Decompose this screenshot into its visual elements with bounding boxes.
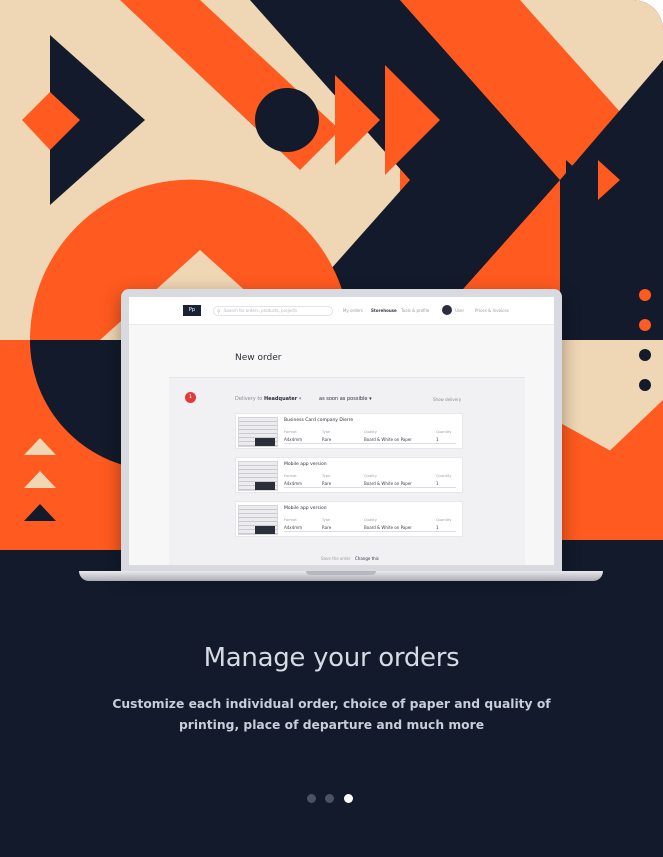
item-quality: Board & White on Paper: [364, 437, 412, 442]
item-quantity: 1: [436, 525, 439, 530]
app-nav-tools: Tools & profile: [401, 308, 430, 313]
page-dot-3-active[interactable]: [344, 794, 353, 803]
item-field-label: Format: [284, 518, 297, 522]
item-name: Business Card company Dierre: [284, 418, 354, 423]
item-type: Rare: [322, 481, 332, 486]
item-format: A4x4mm: [284, 437, 302, 442]
item-field-label: Format: [284, 430, 297, 434]
item-format: A4x4mm: [284, 481, 302, 486]
app-logo: Pp: [183, 305, 201, 316]
onboarding-description: Customize each individual order, choice …: [112, 697, 551, 732]
laptop-notch: [306, 571, 376, 575]
step-badge: 1: [185, 392, 196, 403]
item-field-label: Quality: [364, 430, 377, 434]
item-thumbnail: [238, 505, 278, 535]
page-title: New order: [235, 353, 282, 363]
delivery-label: Delivery to: [235, 396, 263, 402]
delivery-time: as soon as possible ▾: [319, 396, 372, 402]
page-indicator: [307, 794, 357, 804]
navy-dot-1: [639, 349, 651, 361]
app-search-placeholder: Search for orders, products, projects: [224, 308, 298, 313]
item-name: Mobile app version: [284, 462, 327, 467]
onboarding-card: Pp ⚲ Search for orders, products, projec…: [0, 0, 663, 857]
item-field-label: Quantity: [436, 430, 452, 434]
item-format: A4x4mm: [284, 525, 302, 530]
order-item: Business Card company Dierre Format Type…: [235, 413, 463, 449]
app-topbar: Pp ⚲ Search for orders, products, projec…: [129, 297, 554, 325]
item-quantity: 1: [436, 481, 439, 486]
laptop-screen: Pp ⚲ Search for orders, products, projec…: [121, 289, 562, 572]
order-item: Mobile app version Format Type Quality Q…: [235, 457, 463, 493]
item-thumbnail: [238, 417, 278, 447]
orange-dot-2: [639, 319, 651, 331]
delivery-place: Headquater: [263, 396, 298, 402]
navy-dot-2: [639, 379, 651, 391]
app-nav-user: User: [455, 308, 465, 313]
page-dot-1[interactable]: [307, 794, 316, 803]
item-field-label: Type: [322, 430, 331, 434]
order-item: Mobile app version Format Type Quality Q…: [235, 501, 463, 537]
item-name: Mobile app version: [284, 506, 327, 511]
app-search-input: ⚲ Search for orders, products, projects: [213, 306, 333, 316]
item-field-label: Format: [284, 474, 297, 478]
item-thumbnail: [238, 461, 278, 491]
item-quantity: 1: [436, 437, 439, 442]
item-field-label: Type: [322, 474, 331, 478]
item-field-label: Quality: [364, 518, 377, 522]
item-type: Rare: [322, 525, 332, 530]
delivery-more-link: Show delivery: [433, 397, 462, 402]
search-icon: ⚲: [217, 309, 221, 315]
laptop-display: Pp ⚲ Search for orders, products, projec…: [129, 297, 554, 565]
navy-circle: [255, 88, 319, 152]
page-dot-2[interactable]: [325, 794, 334, 803]
item-quality: Board & White on Paper: [364, 481, 412, 486]
onboarding-headline: Manage your orders: [203, 643, 460, 673]
delivery-line: Delivery to Headquater ▾: [235, 396, 302, 402]
save-order-link: Save the order: [321, 556, 351, 561]
avatar: [442, 305, 452, 315]
app-nav-prices: Prices & Invoices: [475, 308, 509, 313]
app-nav-storehouse: Storehouse: [371, 308, 397, 313]
item-field-label: Quality: [364, 474, 377, 478]
item-type: Rare: [322, 437, 332, 442]
item-field-label: Quantity: [436, 518, 452, 522]
item-field-label: Type: [322, 518, 331, 522]
change-link: Change this: [355, 556, 379, 561]
app-nav-orders: My orders: [343, 308, 363, 313]
item-quality: Board & White on Paper: [364, 525, 412, 530]
item-field-label: Quantity: [436, 474, 452, 478]
orange-dot-1: [639, 289, 651, 301]
